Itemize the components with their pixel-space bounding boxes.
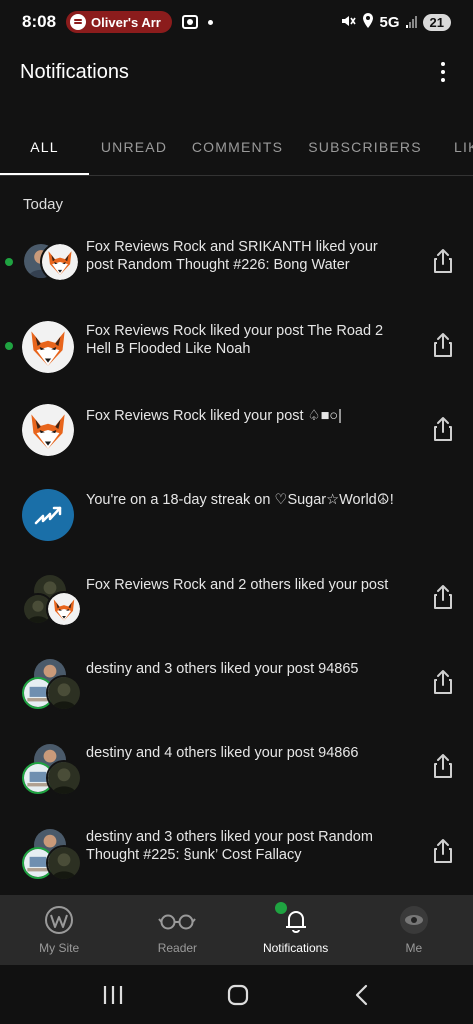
share-icon[interactable] — [432, 584, 454, 610]
status-bar: 8:08 Oliver's Arr 5G 21 — [0, 0, 473, 44]
section-header-today: Today — [23, 196, 64, 213]
notification-text: You're on a 18-day streak on ♡Sugar☆Worl… — [86, 492, 394, 508]
unread-badge — [274, 902, 287, 914]
avatar — [46, 760, 82, 796]
list-item[interactable]: destiny and 4 others liked your post 948… — [0, 742, 473, 828]
notification-text: destiny and 3 others liked your post 948… — [86, 661, 359, 677]
avatar-group — [22, 573, 82, 631]
tab-comments[interactable]: COMMENTS — [179, 118, 296, 175]
page-title: Notifications — [20, 60, 129, 83]
list-item[interactable]: destiny and 3 others liked your post 948… — [0, 657, 473, 744]
nav-reader[interactable]: Reader — [118, 895, 236, 965]
avatar — [40, 242, 80, 282]
share-icon[interactable] — [432, 416, 454, 442]
system-nav-bar — [0, 965, 473, 1024]
screenshot-icon — [182, 15, 199, 29]
more-options-icon[interactable] — [433, 60, 453, 84]
tab-all[interactable]: ALL — [0, 118, 89, 175]
notification-text: Hell B Flooded Like Noah — [86, 341, 251, 357]
nav-label: Reader — [157, 941, 198, 955]
notification-text: Thought #225: §unk’ Cost Fallacy — [86, 847, 302, 863]
network-type: 5G — [379, 13, 400, 31]
notification-text: Fox Reviews Rock liked your post The Roa… — [86, 323, 384, 339]
avatar — [46, 675, 82, 711]
notification-dot-icon — [208, 19, 214, 25]
notification-text: Fox Reviews Rock liked your post ♤■○| — [86, 408, 342, 424]
avatar-group — [22, 489, 80, 547]
unread-indicator — [5, 342, 13, 350]
share-icon[interactable] — [432, 669, 454, 695]
nav-label: My Site — [39, 941, 80, 955]
share-icon[interactable] — [432, 753, 454, 779]
tab-unread[interactable]: UNREAD — [89, 118, 179, 175]
unread-indicator — [5, 258, 13, 266]
avatar-group — [22, 321, 80, 379]
list-item[interactable]: Fox Reviews Rock and 2 others liked your… — [0, 573, 473, 660]
share-icon[interactable] — [432, 332, 454, 358]
signal-icon — [405, 16, 417, 28]
glasses-icon — [158, 914, 197, 930]
location-icon — [362, 13, 374, 31]
notification-text: destiny and 4 others liked your post 948… — [86, 745, 359, 761]
tab-subscribers[interactable]: SUBSCRIBERS — [296, 118, 434, 175]
spotify-icon — [70, 14, 87, 30]
notification-text: post Random Thought #226: Bong Water — [86, 257, 350, 273]
notification-text: Fox Reviews Rock and 2 others liked your… — [86, 577, 389, 593]
avatar-group — [22, 404, 80, 462]
nav-label: Me — [405, 941, 423, 955]
filter-tabs: ALL UNREAD COMMENTS SUBSCRIBERS LIK — [0, 118, 473, 176]
avatar — [22, 404, 74, 456]
profile-avatar — [399, 906, 428, 934]
tab-likes[interactable]: LIK — [434, 118, 473, 175]
list-item[interactable]: Fox Reviews Rock liked your post The Roa… — [0, 322, 473, 406]
list-item[interactable]: Fox Reviews Rock and SRIKANTH liked your… — [0, 238, 473, 322]
list-item[interactable]: Fox Reviews Rock liked your post ♤■○| — [0, 407, 473, 491]
list-item[interactable]: You're on a 18-day streak on ♡Sugar☆Worl… — [0, 489, 473, 575]
avatar — [46, 845, 82, 881]
back-icon[interactable] — [352, 983, 372, 1007]
mute-icon — [340, 14, 356, 31]
home-icon[interactable] — [226, 983, 250, 1007]
media-pill[interactable]: Oliver's Arr — [66, 11, 173, 33]
avatar — [46, 591, 82, 627]
media-pill-label: Oliver's Arr — [91, 14, 161, 30]
battery-level: 21 — [422, 13, 451, 31]
avatar-group — [22, 657, 82, 715]
avatar — [22, 321, 74, 373]
nav-notifications[interactable]: Notifications — [237, 895, 355, 965]
app-header: Notifications — [0, 50, 473, 94]
share-icon[interactable] — [432, 248, 454, 274]
nav-label: Notifications — [262, 941, 329, 955]
bottom-nav: My Site Reader Notifications Me — [0, 895, 473, 965]
wordpress-icon — [45, 906, 74, 934]
nav-me[interactable]: Me — [355, 895, 473, 965]
recent-apps-icon[interactable] — [101, 984, 125, 1006]
avatar-group — [22, 242, 80, 300]
notification-text: destiny and 3 others liked your post Ran… — [86, 829, 373, 845]
notification-text: Fox Reviews Rock and SRIKANTH liked your — [86, 239, 378, 255]
streak-badge-icon — [22, 489, 74, 541]
avatar-group — [22, 827, 82, 885]
share-icon[interactable] — [432, 838, 454, 864]
avatar-group — [22, 742, 82, 800]
status-time: 8:08 — [22, 12, 57, 31]
nav-my-site[interactable]: My Site — [0, 895, 118, 965]
